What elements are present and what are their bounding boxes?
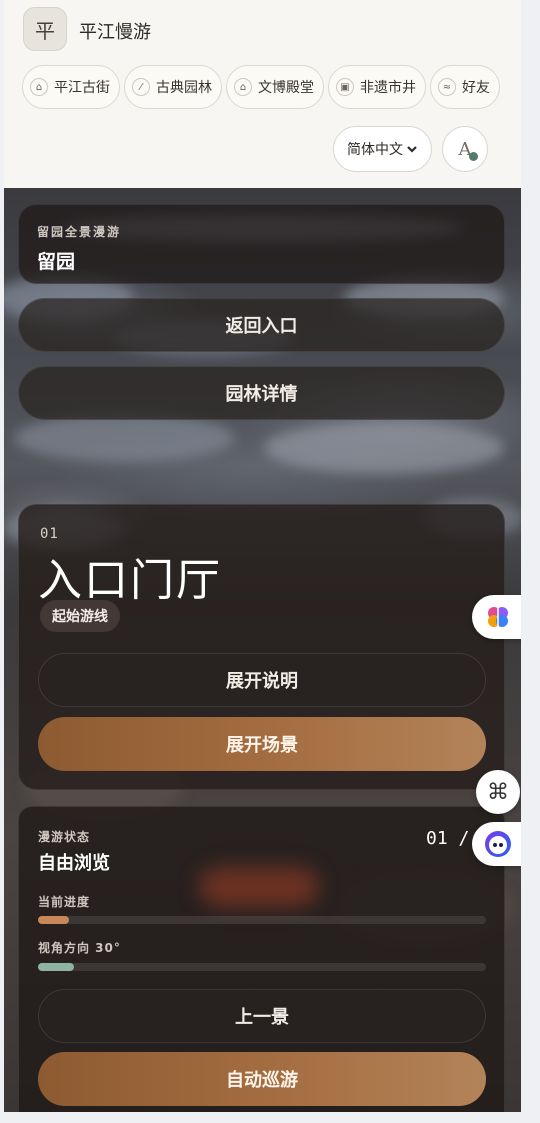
font-accent-dot xyxy=(469,152,478,161)
nav-chip-museum[interactable]: ⌂ 文博殿堂 xyxy=(226,65,324,109)
nav-chip-label: 非遗市井 xyxy=(360,80,416,96)
view-direction-fill xyxy=(38,963,74,971)
back-to-entrance-button[interactable]: 返回入口 xyxy=(18,298,505,352)
command-icon: ⌘ xyxy=(487,779,509,805)
language-select[interactable]: 简体中文 xyxy=(333,126,432,172)
nav-chip-friends[interactable]: ≈ 好友 xyxy=(430,65,500,109)
progress-track xyxy=(38,916,486,924)
wave-icon: ≈ xyxy=(438,78,456,96)
chevron-down-icon xyxy=(407,146,417,153)
nav-chip-label: 平江古街 xyxy=(54,80,110,96)
status-overline: 漫游状态 xyxy=(38,830,91,844)
nav-chip-label: 好友 xyxy=(462,80,490,96)
nav-chip-label: 文博殿堂 xyxy=(258,80,314,96)
command-button[interactable]: ⌘ xyxy=(476,770,520,814)
font-size-button[interactable]: A xyxy=(442,126,488,172)
lock-icon: ▣ xyxy=(336,78,354,96)
language-value: 简体中文 xyxy=(347,142,403,158)
nav-chip-street[interactable]: ⌂ 平江古街 xyxy=(22,65,120,109)
top-header: 平 平江慢游 ⌂ 平江古街 ⁄ 古典园林 ⌂ 文博殿堂 ▣ 非遗市井 ≈ 好友 简体中文 A xyxy=(4,0,521,188)
previous-scene-button[interactable]: 上一景 xyxy=(38,989,486,1043)
warm-glow xyxy=(199,867,319,907)
assistant-button[interactable] xyxy=(472,822,521,866)
auto-tour-button[interactable]: 自动巡游 xyxy=(38,1052,486,1106)
home-icon: ⌂ xyxy=(30,78,48,96)
app-logo[interactable]: 平 xyxy=(23,7,67,51)
nav-chip-label: 古典园林 xyxy=(156,80,212,96)
progress-fill xyxy=(38,916,70,924)
view-direction-track[interactable] xyxy=(38,963,486,971)
assistant-icon xyxy=(485,831,511,857)
scene-number: 01 xyxy=(40,526,59,542)
tour-info-card: 留园全景漫游 留园 xyxy=(18,204,505,284)
status-mode: 自由浏览 xyxy=(38,853,110,874)
scene-tag: 起始游线 xyxy=(40,600,120,632)
leaf-icon: ⁄ xyxy=(132,78,150,96)
scene-counter: 01 / xyxy=(426,828,470,849)
logo-char: 平 xyxy=(35,18,55,43)
expand-explanation-button[interactable]: 展开说明 xyxy=(38,653,486,707)
garden-details-button[interactable]: 园林详情 xyxy=(18,366,505,420)
ai-brain-button[interactable] xyxy=(472,595,521,639)
tour-overline: 留园全景漫游 xyxy=(37,225,122,239)
museum-icon: ⌂ xyxy=(234,78,252,96)
garden-name: 留园 xyxy=(37,251,76,273)
view-direction-label: 视角方向 30° xyxy=(38,941,121,955)
app-title: 平江慢游 xyxy=(79,22,151,43)
scene-title: 入口门厅 xyxy=(38,555,222,606)
progress-label: 当前进度 xyxy=(38,895,91,909)
brain-icon xyxy=(488,607,508,627)
app-frame: 平 平江慢游 ⌂ 平江古街 ⁄ 古典园林 ⌂ 文博殿堂 ▣ 非遗市井 ≈ 好友 简体中文 A xyxy=(4,0,521,1112)
nav-chip-heritage[interactable]: ▣ 非遗市井 xyxy=(328,65,426,109)
category-nav: ⌂ 平江古街 ⁄ 古典园林 ⌂ 文博殿堂 ▣ 非遗市井 ≈ 好友 xyxy=(22,65,504,109)
nav-chip-garden[interactable]: ⁄ 古典园林 xyxy=(124,65,222,109)
expand-scene-button[interactable]: 展开场景 xyxy=(38,717,486,771)
